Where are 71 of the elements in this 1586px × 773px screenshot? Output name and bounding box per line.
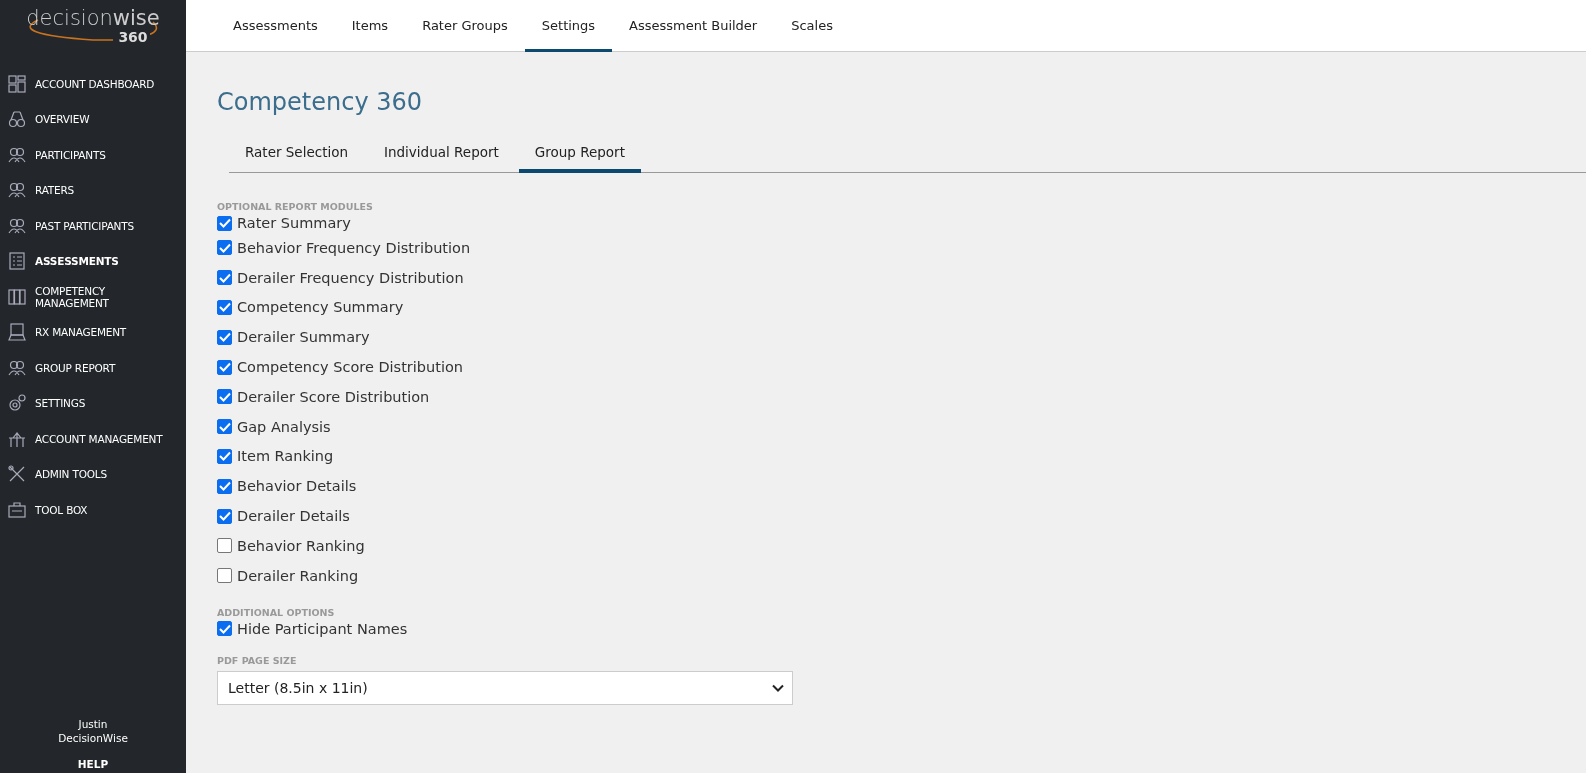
dashboard-icon (8, 74, 26, 93)
checkbox-label: Derailer Frequency Distribution (237, 269, 464, 286)
top-tab[interactable]: Settings (524, 0, 613, 52)
field-label: PDF PAGE SIZE (217, 654, 298, 667)
top-tab[interactable]: Items (334, 0, 406, 52)
sidebar-item[interactable]: ACCOUNT MANAGEMENT (0, 421, 186, 457)
checkbox[interactable] (217, 270, 232, 286)
checkbox[interactable] (217, 215, 232, 231)
top-tab[interactable]: Assessments (216, 0, 335, 52)
user-name: Justin (78, 717, 108, 731)
logo-number: 360 (116, 30, 150, 44)
top-tab[interactable]: Assessment Builder (612, 0, 775, 52)
checkbox-label: Item Ranking (237, 448, 334, 465)
people-icon (8, 181, 26, 200)
checkbox[interactable] (217, 329, 232, 345)
user-name: DecisionWise (58, 731, 128, 745)
people-icon (8, 145, 26, 164)
checkbox-label: Rater Summary (237, 215, 351, 231)
sidebar-item[interactable]: OVERVIEW (0, 101, 186, 137)
checkbox-label: Derailer Summary (237, 329, 370, 346)
monitor-icon (8, 323, 26, 342)
sidebar-item[interactable]: ACCOUNT DASHBOARD (0, 66, 186, 102)
sidebar-item[interactable]: PARTICIPANTS (0, 137, 186, 173)
checkbox[interactable] (217, 359, 232, 375)
top-tab[interactable]: Rater Groups (405, 0, 525, 52)
sub-tab[interactable]: Rater Selection (229, 134, 364, 173)
checkbox[interactable] (217, 419, 232, 435)
checkbox[interactable] (217, 478, 232, 494)
section-heading: ADDITIONAL OPTIONS (217, 606, 336, 619)
logo-text: decisionwise (26, 6, 160, 30)
binoculars-icon (8, 110, 26, 129)
sidebar-item[interactable]: GROUP REPORT (0, 350, 186, 386)
page-size-dropdown[interactable]: Letter (8.5in x 11in) (217, 670, 793, 705)
checkbox-label: Hide Participant Names (237, 620, 408, 637)
gears-icon (8, 394, 26, 413)
checkbox[interactable] (217, 240, 232, 256)
section-heading: OPTIONAL REPORT MODULES (217, 201, 374, 213)
sub-tab[interactable]: Individual Report (368, 134, 515, 173)
sidebar-item[interactable]: RX MANAGEMENT (0, 314, 186, 350)
checkbox[interactable] (217, 508, 232, 524)
checkbox-label: Competency Summary (237, 299, 404, 316)
binders-icon (8, 287, 26, 306)
toolbox-icon (8, 500, 26, 519)
checkbox[interactable] (217, 448, 232, 464)
sub-tab[interactable]: Group Report (518, 134, 641, 173)
list-icon (8, 252, 26, 271)
top-tab[interactable]: Scales (774, 0, 850, 52)
sidebar-item[interactable]: ADMIN TOOLS (0, 456, 186, 492)
sidebar-item[interactable]: COMPETENCY MANAGEMENT (0, 279, 186, 315)
checkbox-label: Competency Score Distribution (237, 359, 464, 376)
checkbox[interactable] (217, 621, 232, 637)
help-link[interactable]: HELP (77, 757, 109, 771)
checkbox[interactable] (217, 300, 232, 315)
sidebar-item[interactable]: RATERS (0, 172, 186, 208)
checkbox[interactable] (217, 568, 232, 584)
sidebar-item[interactable]: TOOL BOX (0, 492, 186, 528)
checkbox-label: Behavior Ranking (237, 537, 365, 554)
chevron-down-icon (772, 683, 784, 692)
sidebar-item[interactable]: SETTINGS (0, 385, 186, 421)
tools-icon (8, 465, 26, 484)
checkbox-label: Behavior Details (237, 478, 357, 495)
checkbox-label: Behavior Frequency Distribution (237, 239, 471, 256)
checkbox-label: Derailer Score Distribution (237, 388, 430, 405)
checkbox[interactable] (217, 538, 232, 554)
sidebar-item[interactable]: ASSESSMENTS (0, 243, 186, 279)
page-title: Competency 360 (217, 88, 424, 116)
checkbox[interactable] (217, 389, 232, 405)
checkbox-label: Derailer Ranking (237, 567, 359, 584)
checkbox-label: Derailer Details (237, 508, 350, 525)
sidebar-item[interactable]: PAST PARTICIPANTS (0, 208, 186, 244)
checkbox-label: Gap Analysis (237, 418, 331, 435)
